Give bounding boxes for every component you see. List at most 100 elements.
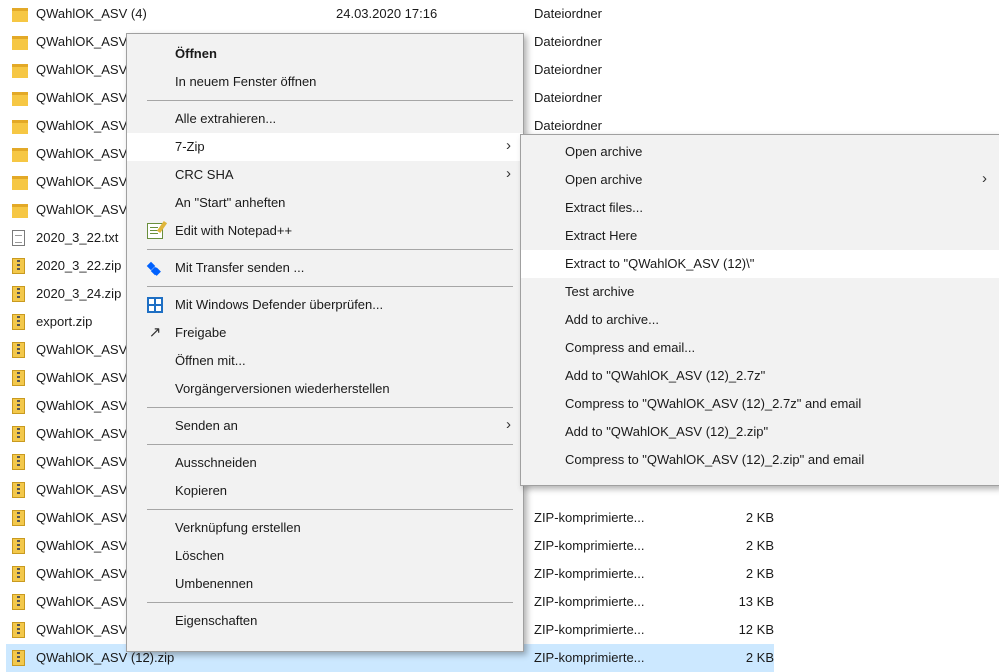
sevenzip-item-extract-to-qwahlok-asv-12[interactable]: Extract to "QWahlOK_ASV (12)\" <box>521 250 999 278</box>
file-name: QWahlOK_ASV <box>36 622 128 637</box>
file-type: ZIP-komprimierte... <box>534 594 645 609</box>
zip-file-icon <box>12 566 25 582</box>
sevenzip-item-open-archive-submenu[interactable]: Open archive › <box>521 166 999 194</box>
context-menu-item-senden-an-submenu[interactable]: Senden an › <box>127 412 523 440</box>
file-size: 13 KB <box>738 594 774 609</box>
file-size: 2 KB <box>745 510 774 525</box>
context-menu-item-an-start-anheften[interactable]: An "Start" anheften <box>127 189 523 217</box>
file-type: ZIP-komprimierte... <box>534 566 645 581</box>
context-menu-item-eigenschaften[interactable]: Eigenschaften <box>127 607 523 635</box>
file-name: QWahlOK_ASV (4) <box>36 6 147 21</box>
context-menu-item-vorgangerversionen-wiederherstellen[interactable]: Vorgängerversionen wiederherstellen <box>127 375 523 403</box>
zip-file-icon <box>12 594 25 610</box>
dropbox-icon <box>147 260 163 276</box>
menu-item-label: Compress and email... <box>565 340 696 355</box>
menu-item-label: Compress to "QWahlOK_ASV (12)_2.zip" and… <box>565 452 865 467</box>
menu-item-label: Add to "QWahlOK_ASV (12)_2.zip" <box>565 424 769 439</box>
zip-file-icon <box>12 482 25 498</box>
file-name: 2020_3_22.txt <box>36 230 119 245</box>
folder-icon <box>12 64 28 78</box>
context-menu-item-mit-transfer-senden[interactable]: Mit Transfer senden ... <box>127 254 523 282</box>
menu-item-label: Kopieren <box>175 483 228 498</box>
file-name: 2020_3_24.zip <box>36 286 122 301</box>
menu-item-label: Alle extrahieren... <box>175 111 277 126</box>
sevenzip-submenu: Open archive Open archive › Extract files..… <box>520 134 999 486</box>
file-size: 2 KB <box>745 538 774 553</box>
context-menu-item-offnen-mit[interactable]: Öffnen mit... <box>127 347 523 375</box>
menu-item-label: Senden an <box>175 418 238 433</box>
file-name: QWahlOK_ASV <box>36 566 128 581</box>
menu-item-label: CRC SHA <box>175 167 234 182</box>
folder-icon <box>12 176 28 190</box>
context-menu-item-crc-sha-submenu[interactable]: CRC SHA › <box>127 161 523 189</box>
context-menu-item-ausschneiden[interactable]: Ausschneiden <box>127 449 523 477</box>
file-type: Dateiordner <box>534 90 602 105</box>
context-menu-item-loschen[interactable]: Löschen <box>127 542 523 570</box>
menu-item-label: An "Start" anheften <box>175 195 286 210</box>
file-name: QWahlOK_ASV <box>36 538 128 553</box>
menu-item-label: Add to "QWahlOK_ASV (12)_2.7z" <box>565 368 766 383</box>
sevenzip-item-add-to-archive[interactable]: Add to archive... <box>521 306 999 334</box>
file-type: Dateiordner <box>534 118 602 133</box>
folder-icon <box>12 120 28 134</box>
file-type: ZIP-komprimierte... <box>534 538 645 553</box>
sevenzip-item-extract-here[interactable]: Extract Here <box>521 222 999 250</box>
zip-file-icon <box>12 454 25 470</box>
zip-file-icon <box>12 398 25 414</box>
menu-item-label: Umbenennen <box>175 576 254 591</box>
zip-file-icon <box>12 342 25 358</box>
sevenzip-item-open-archive[interactable]: Open archive <box>521 138 999 166</box>
context-menu-item-edit-with-notepad[interactable]: Edit with Notepad++ <box>127 217 523 245</box>
context-menu-item-offnen[interactable]: Öffnen <box>127 40 523 68</box>
file-name: QWahlOK_ASV <box>36 370 128 385</box>
context-menu-item-7-zip-submenu[interactable]: 7-Zip › <box>127 133 523 161</box>
menu-item-label: Vorgängerversionen wiederherstellen <box>175 381 390 396</box>
sevenzip-item-test-archive[interactable]: Test archive <box>521 278 999 306</box>
file-name: export.zip <box>36 314 93 329</box>
file-name: QWahlOK_ASV <box>36 34 128 49</box>
file-size: 2 KB <box>745 566 774 581</box>
text-file-icon <box>12 230 25 246</box>
file-name: QWahlOK_ASV <box>36 90 128 105</box>
file-name: QWahlOK_ASV <box>36 146 128 161</box>
menu-item-label: Öffnen mit... <box>175 353 246 368</box>
menu-item-label: Extract Here <box>565 228 638 243</box>
context-menu-item-in-neuem-fenster-offnen[interactable]: In neuem Fenster öffnen <box>127 68 523 96</box>
menu-item-label: Löschen <box>175 548 225 563</box>
file-name: QWahlOK_ASV <box>36 342 128 357</box>
menu-item-label: Mit Windows Defender überprüfen... <box>175 297 384 312</box>
context-menu-item-verknupfung-erstellen[interactable]: Verknüpfung erstellen <box>127 514 523 542</box>
file-date: 24.03.2020 17:16 <box>336 6 438 21</box>
context-menu-item-umbenennen[interactable]: Umbenennen <box>127 570 523 598</box>
folder-icon <box>12 148 28 162</box>
menu-separator <box>147 100 513 101</box>
menu-item-label: Mit Transfer senden ... <box>175 260 305 275</box>
file-name: QWahlOK_ASV <box>36 594 128 609</box>
file-name: QWahlOK_ASV <box>36 62 128 77</box>
sevenzip-item-compress-to-qwahlok-asv-12-2-7z-and-email[interactable]: Compress to "QWahlOK_ASV (12)_2.7z" and … <box>521 390 999 418</box>
sevenzip-item-extract-files[interactable]: Extract files... <box>521 194 999 222</box>
zip-file-icon <box>12 370 25 386</box>
context-menu-item-kopieren[interactable]: Kopieren <box>127 477 523 505</box>
sevenzip-item-compress-and-email[interactable]: Compress and email... <box>521 334 999 362</box>
file-row[interactable]: QWahlOK_ASV (4) 24.03.2020 17:16 Dateiordn… <box>6 0 774 28</box>
sevenzip-item-add-to-qwahlok-asv-12-2-7z[interactable]: Add to "QWahlOK_ASV (12)_2.7z" <box>521 362 999 390</box>
file-size: 2 KB <box>745 650 774 665</box>
menu-separator <box>147 509 513 510</box>
zip-file-icon <box>12 258 25 274</box>
context-menu-item-mit-windows-defender-uberprufen[interactable]: Mit Windows Defender überprüfen... <box>127 291 523 319</box>
context-menu-item-freigabe[interactable]: ↗ Freigabe <box>127 319 523 347</box>
menu-separator <box>147 407 513 408</box>
context-menu-item-alle-extrahieren[interactable]: Alle extrahieren... <box>127 105 523 133</box>
zip-file-icon <box>12 286 25 302</box>
menu-item-label: In neuem Fenster öffnen <box>175 74 317 89</box>
chevron-right-icon: › <box>982 170 987 187</box>
folder-icon <box>12 92 28 106</box>
menu-item-label: Eigenschaften <box>175 613 258 628</box>
zip-file-icon <box>12 538 25 554</box>
zip-file-icon <box>12 622 25 638</box>
file-name: QWahlOK_ASV <box>36 202 128 217</box>
file-name: 2020_3_22.zip <box>36 258 122 273</box>
sevenzip-item-add-to-qwahlok-asv-12-2-zip[interactable]: Add to "QWahlOK_ASV (12)_2.zip" <box>521 418 999 446</box>
sevenzip-item-compress-to-qwahlok-asv-12-2-zip-and-email[interactable]: Compress to "QWahlOK_ASV (12)_2.zip" and… <box>521 446 999 474</box>
